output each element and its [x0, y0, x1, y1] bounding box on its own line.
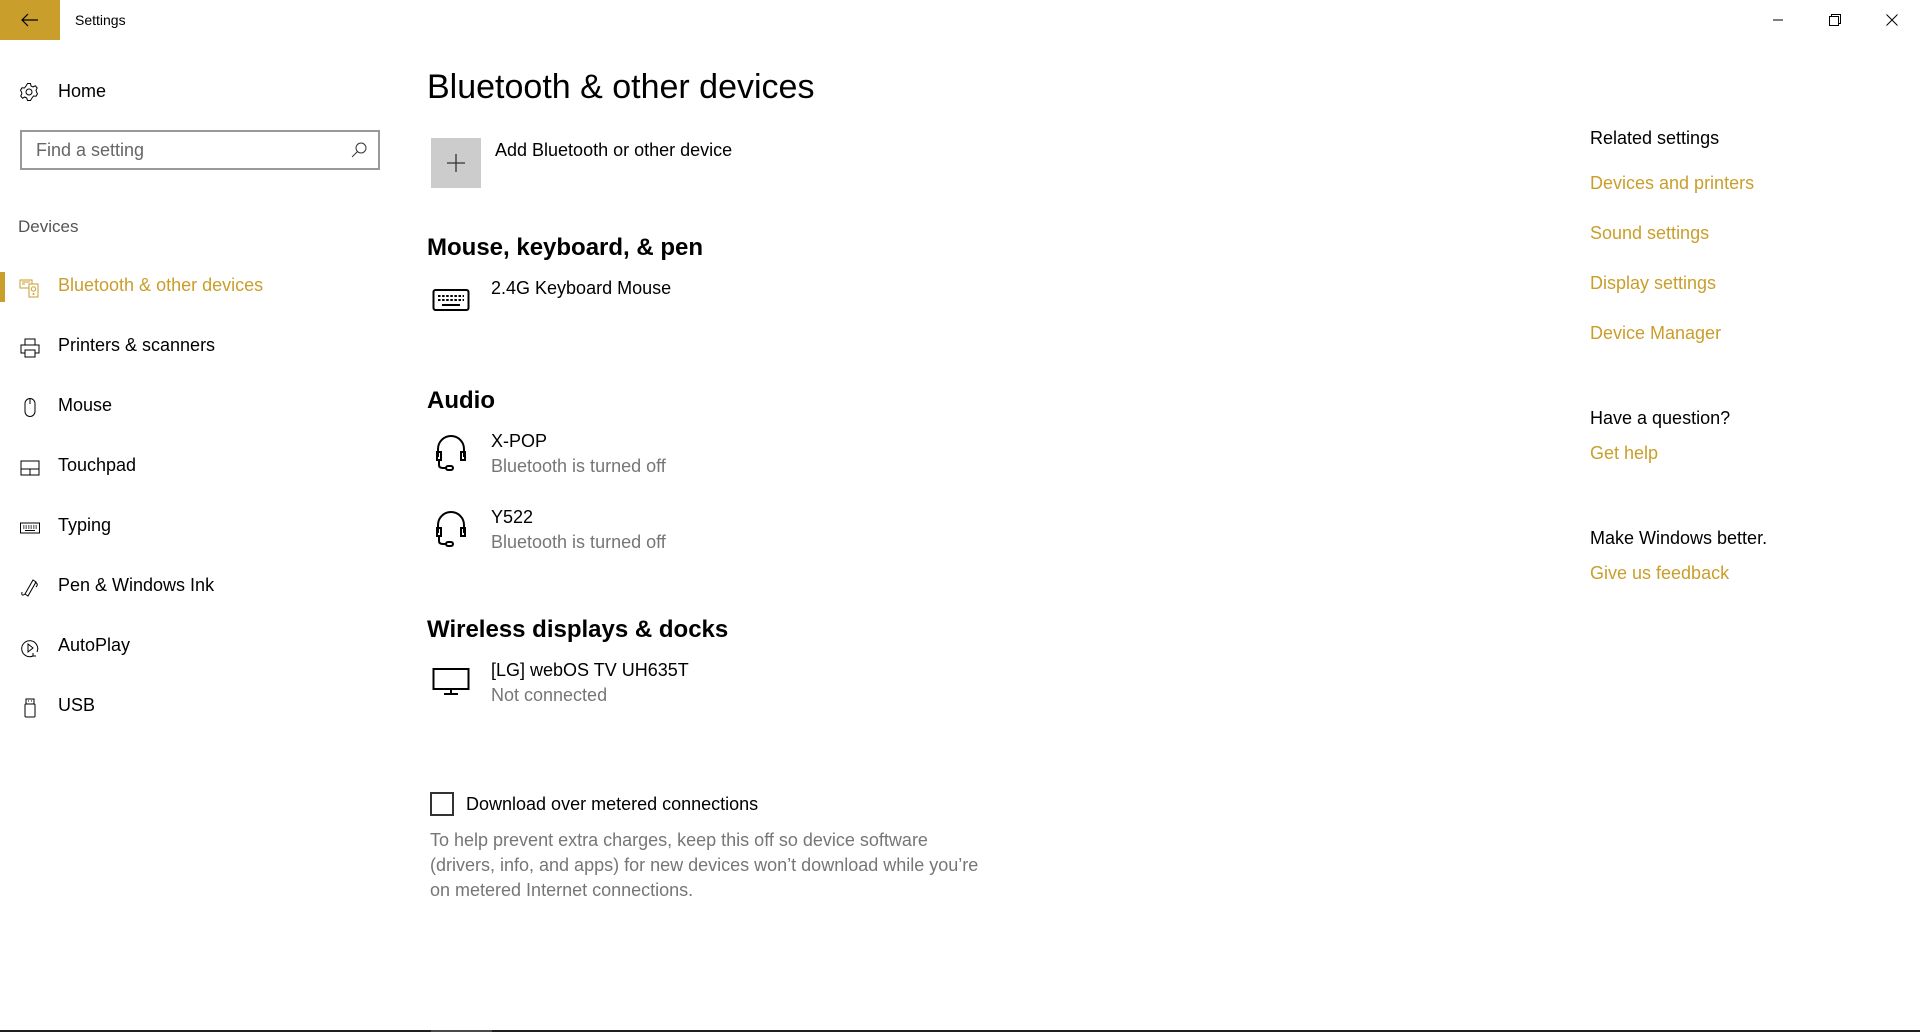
device-status: Bluetooth is turned off — [491, 532, 666, 552]
selection-indicator — [0, 572, 5, 602]
sidebar-item-mouse[interactable]: Mouse — [0, 377, 400, 437]
sidebar-item-typing[interactable]: Typing — [0, 497, 400, 557]
plus-icon — [447, 154, 465, 172]
selection-indicator — [0, 692, 5, 722]
sidebar-nav: Bluetooth & other devices Printers & sca… — [0, 257, 400, 737]
selection-indicator — [0, 632, 5, 662]
selection-indicator — [0, 392, 5, 422]
headset-icon — [436, 511, 466, 547]
sidebar-item-touchpad[interactable]: Touchpad — [0, 437, 400, 497]
back-button[interactable] — [0, 0, 60, 40]
related-settings-header: Related settings — [1590, 128, 1720, 148]
headset-icon — [436, 435, 466, 471]
sidebar-item-label: USB — [58, 695, 96, 715]
sidebar-item-label: Touchpad — [58, 455, 137, 475]
sidebar-item-usb[interactable]: USB — [0, 677, 400, 737]
link-get-help[interactable]: Get help — [1590, 443, 1658, 464]
device-name: 2.4G Keyboard Mouse — [491, 278, 672, 298]
autoplay-icon — [21, 640, 39, 658]
device-status: Not connected — [491, 685, 608, 705]
metered-checkbox[interactable] — [430, 792, 454, 816]
metered-checkbox-label: Download over metered connections — [466, 793, 759, 814]
device-item[interactable]: [LG] webOS TV UH635T Not connected — [431, 660, 931, 710]
sidebar-item-pen[interactable]: Pen & Windows Ink — [0, 557, 400, 617]
metered-download-toggle[interactable]: Download over metered connections — [430, 792, 758, 816]
feedback-header: Make Windows better. — [1590, 528, 1768, 548]
title-bar: Settings — [0, 0, 1920, 40]
restore-button[interactable] — [1806, 0, 1863, 40]
sidebar-item-bluetooth[interactable]: Bluetooth & other devices — [0, 257, 400, 317]
sidebar-home[interactable]: Home — [0, 72, 400, 112]
pen-icon — [21, 579, 38, 597]
section-mouse-keyboard-pen: Mouse, keyboard, & pen — [427, 234, 704, 261]
sidebar-item-label: Mouse — [58, 395, 113, 415]
section-audio: Audio — [427, 387, 495, 414]
section-wireless-displays: Wireless displays & docks — [427, 616, 729, 643]
restore-icon — [1828, 14, 1841, 26]
device-name: [LG] webOS TV UH635T — [491, 660, 689, 680]
main-content: Bluetooth & other devices Add Bluetooth … — [427, 40, 1527, 1020]
search-icon[interactable] — [350, 141, 368, 159]
sidebar-item-autoplay[interactable]: AutoPlay — [0, 617, 400, 677]
link-devices-and-printers[interactable]: Devices and printers — [1590, 173, 1754, 194]
device-item[interactable]: 2.4G Keyboard Mouse — [431, 278, 931, 328]
add-device-button[interactable]: Add Bluetooth or other device — [431, 138, 732, 188]
device-item[interactable]: X-POP Bluetooth is turned off — [431, 431, 931, 481]
metered-description: To help prevent extra charges, keep this… — [430, 830, 979, 900]
home-label: Home — [58, 81, 107, 101]
add-device-label: Add Bluetooth or other device — [495, 140, 733, 160]
close-icon — [1885, 14, 1898, 26]
close-button[interactable] — [1863, 0, 1920, 40]
keyboard-icon — [432, 289, 470, 311]
device-status: Bluetooth is turned off — [491, 456, 666, 476]
bluetooth-devices-icon — [19, 279, 39, 298]
selection-indicator — [0, 452, 5, 482]
sidebar-item-label: AutoPlay — [58, 635, 131, 655]
selection-indicator — [0, 332, 5, 362]
link-sound-settings[interactable]: Sound settings — [1590, 223, 1709, 244]
minimize-button[interactable] — [1749, 0, 1806, 40]
back-arrow-icon — [21, 13, 38, 27]
add-device-tile[interactable] — [431, 138, 481, 188]
gear-icon — [19, 83, 39, 101]
device-name: Y522 — [491, 507, 534, 527]
sidebar-item-label: Printers & scanners — [58, 335, 216, 355]
monitor-icon — [432, 668, 470, 695]
sidebar: Home Devices Bluetooth & other devices P… — [0, 40, 400, 1020]
app-title: Settings — [75, 12, 126, 28]
keyboard-icon — [20, 522, 40, 534]
question-header: Have a question? — [1590, 408, 1731, 428]
device-name: X-POP — [491, 431, 548, 451]
sidebar-item-label: Typing — [58, 515, 112, 535]
sidebar-item-label: Bluetooth & other devices — [58, 275, 264, 295]
printer-icon — [20, 338, 40, 358]
devices-group-header: Devices — [18, 217, 79, 236]
search-box[interactable] — [20, 130, 380, 170]
mouse-icon — [24, 398, 36, 417]
usb-icon — [24, 698, 36, 718]
link-device-manager[interactable]: Device Manager — [1590, 323, 1721, 344]
sidebar-item-printers[interactable]: Printers & scanners — [0, 317, 400, 377]
sidebar-item-label: Pen & Windows Ink — [58, 575, 215, 595]
search-input[interactable] — [22, 132, 342, 168]
selection-indicator — [0, 272, 5, 302]
link-give-feedback[interactable]: Give us feedback — [1590, 563, 1729, 584]
minimize-icon — [1772, 19, 1783, 21]
selection-indicator — [0, 512, 5, 542]
page-title: Bluetooth & other devices — [427, 68, 815, 106]
related-settings-panel: Related settings Devices and printers So… — [1590, 40, 1890, 740]
link-display-settings[interactable]: Display settings — [1590, 273, 1716, 294]
device-item[interactable]: Y522 Bluetooth is turned off — [431, 507, 931, 557]
touchpad-icon — [20, 460, 40, 476]
